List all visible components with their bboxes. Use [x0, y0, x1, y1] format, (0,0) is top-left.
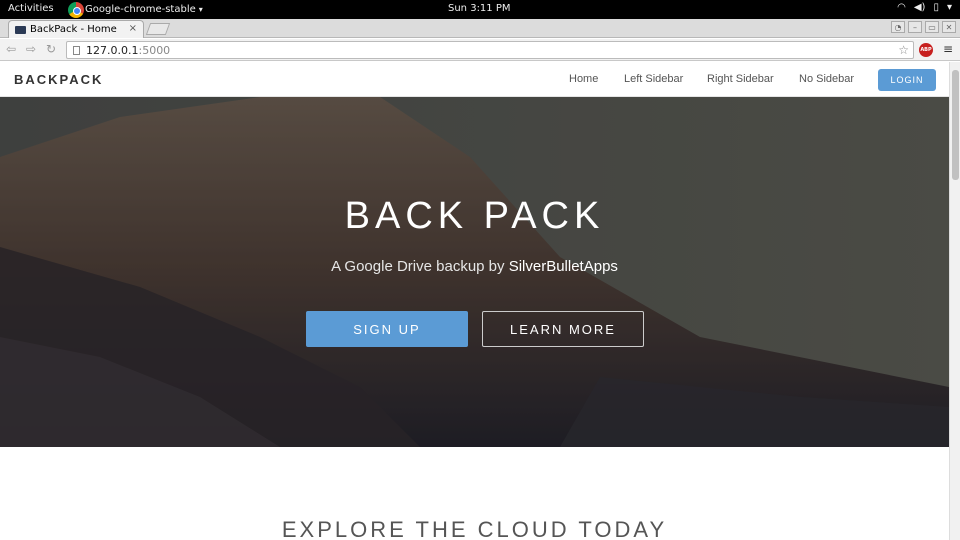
os-top-bar: Activities Google-chrome-stable ▾ Sun 3:…: [0, 0, 960, 19]
adblock-icon[interactable]: ABP: [919, 43, 933, 57]
system-status-area[interactable]: ◠ ◀) ▯ ▾: [897, 2, 952, 13]
clock[interactable]: Sun 3:11 PM: [448, 3, 511, 14]
scrollbar-thumb[interactable]: [952, 70, 959, 180]
site-navbar: BACKPACK Home Left Sidebar Right Sidebar…: [0, 62, 949, 97]
url-host: 127.0.0.1: [86, 43, 139, 57]
url-port: :5000: [138, 43, 171, 57]
battery-icon: ▯: [933, 2, 939, 13]
browser-toolbar: ⇦ ⇨ ↻ 127.0.0.1:5000 ☆ ABP ≡: [0, 39, 960, 61]
nav-link-home[interactable]: Home: [569, 73, 598, 85]
nav-link-left-sidebar[interactable]: Left Sidebar: [624, 73, 683, 85]
hero-subtitle: A Google Drive backup by SilverBulletApp…: [0, 258, 949, 275]
back-icon[interactable]: ⇦: [6, 42, 16, 56]
sign-up-button[interactable]: SIGN UP: [306, 311, 468, 347]
window-controls: ◔ – ▭ ✕: [891, 21, 956, 33]
reload-icon[interactable]: ↻: [46, 42, 56, 56]
browser-tab-strip: BackPack - Home × ◔ – ▭ ✕: [0, 19, 960, 38]
chevron-down-icon: ▾: [946, 2, 952, 13]
nav-link-no-sidebar[interactable]: No Sidebar: [799, 73, 854, 85]
minimize-icon[interactable]: –: [908, 21, 922, 33]
bookmark-star-icon[interactable]: ☆: [898, 43, 909, 57]
hero-subtitle-text: A Google Drive backup by: [331, 258, 509, 275]
learn-more-button[interactable]: LEARN MORE: [482, 311, 644, 347]
forward-icon[interactable]: ⇨: [26, 42, 36, 56]
tab-title: BackPack - Home: [30, 24, 117, 35]
address-bar[interactable]: 127.0.0.1:5000 ☆: [66, 41, 914, 59]
wifi-icon: ◠: [897, 2, 906, 13]
activities-button[interactable]: Activities: [8, 3, 54, 14]
new-tab-button[interactable]: [145, 23, 171, 35]
hero-banner: BACK PACK A Google Drive backup by Silve…: [0, 97, 949, 447]
hero-title: BACK PACK: [344, 195, 605, 237]
user-icon[interactable]: ◔: [891, 21, 905, 33]
close-tab-icon[interactable]: ×: [129, 23, 137, 34]
maximize-icon[interactable]: ▭: [925, 21, 939, 33]
hero-subtitle-brand: SilverBulletApps: [508, 258, 618, 275]
web-page: BACKPACK Home Left Sidebar Right Sidebar…: [0, 62, 949, 540]
hamburger-menu-icon[interactable]: ≡: [943, 42, 953, 56]
favicon-icon: [15, 25, 26, 34]
nav-link-right-sidebar[interactable]: Right Sidebar: [707, 73, 774, 85]
chrome-icon: [68, 1, 84, 18]
close-window-icon[interactable]: ✕: [942, 21, 956, 33]
chevron-down-icon: ▾: [198, 5, 203, 14]
section-heading: EXPLORE THE CLOUD TODAY: [281, 517, 668, 540]
login-button[interactable]: LOGIN: [878, 69, 936, 91]
page-scrollbar[interactable]: [949, 62, 960, 540]
app-menu-label: Google-chrome-stable: [85, 4, 196, 15]
page-icon: [73, 45, 80, 55]
site-logo[interactable]: BACKPACK: [14, 72, 103, 87]
volume-icon: ◀): [913, 2, 926, 13]
app-menu[interactable]: Google-chrome-stable ▾: [68, 1, 203, 18]
browser-tab[interactable]: BackPack - Home ×: [8, 20, 144, 38]
